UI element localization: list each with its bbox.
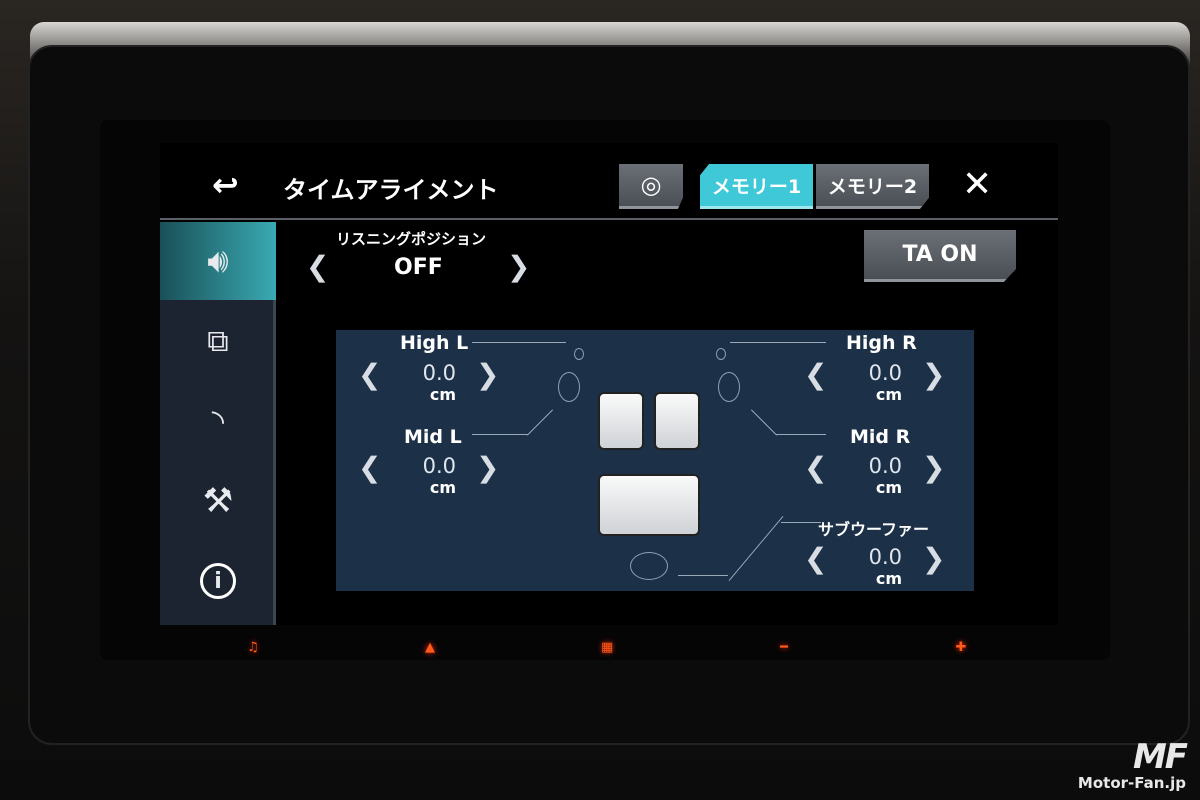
- subwoofer-label: サブウーファー: [818, 520, 930, 539]
- watermark-logo: MF Motor-Fan.jp: [1077, 737, 1188, 792]
- mid-left-speaker-icon: [558, 372, 580, 402]
- page-title: タイムアライメント: [283, 176, 499, 204]
- memory1-tab[interactable]: メモリー1: [700, 164, 813, 209]
- mid-r-value: 0.0: [868, 454, 902, 478]
- tweeter-left-icon: [574, 348, 584, 360]
- mid-r-leader: [776, 434, 826, 435]
- seat-rear-icon: [598, 474, 700, 536]
- mid-l-value: 0.0: [422, 454, 456, 478]
- listening-position-value: OFF: [394, 255, 443, 280]
- sub-leader-diag: [728, 516, 784, 581]
- sidebar-item-sources[interactable]: ⧉: [160, 302, 276, 380]
- mid-r-leader-diag: [750, 409, 778, 436]
- info-icon: i: [200, 563, 236, 599]
- mid-r-decrease-button[interactable]: ❮: [804, 451, 827, 484]
- speaker-volume-icon: 🔊︎: [207, 241, 229, 281]
- plus-icon[interactable]: ✚: [955, 641, 967, 654]
- sidebar-item-settings[interactable]: ⚒︎: [160, 462, 276, 540]
- speaker-position-button[interactable]: ◎: [619, 164, 683, 209]
- high-l-leader: [472, 342, 566, 343]
- music-icon[interactable]: ♫: [247, 641, 259, 654]
- back-arrow-icon[interactable]: ↩: [212, 166, 239, 204]
- high-r-leader: [730, 342, 826, 343]
- mid-l-leader-diag: [526, 409, 554, 436]
- wireless-icon: ◝: [211, 402, 225, 440]
- subwoofer-value: 0.0: [868, 545, 902, 569]
- high-l-label: High L: [400, 332, 469, 354]
- seat-front-left-icon: [598, 392, 644, 450]
- high-r-decrease-button[interactable]: ❮: [804, 358, 827, 391]
- mid-l-increase-button[interactable]: ❯: [476, 451, 499, 484]
- high-l-unit: cm: [429, 385, 456, 404]
- tweeter-right-icon: [716, 348, 726, 360]
- high-l-value: 0.0: [422, 361, 456, 385]
- mid-l-label: Mid L: [404, 426, 462, 448]
- header-divider: [160, 218, 1058, 220]
- minus-icon[interactable]: ━: [778, 641, 790, 654]
- mid-l-leader: [472, 434, 528, 435]
- sidebar-item-wireless[interactable]: ◝: [160, 382, 276, 460]
- listening-prev-button[interactable]: ❮: [306, 250, 329, 283]
- memory2-tab[interactable]: メモリー2: [816, 164, 929, 209]
- sidebar-item-info[interactable]: i: [160, 542, 276, 620]
- mid-r-increase-button[interactable]: ❯: [922, 451, 945, 484]
- mid-right-speaker-icon: [718, 372, 740, 402]
- high-r-increase-button[interactable]: ❯: [922, 358, 945, 391]
- sidebar: 🔊︎ ⧉ ◝ ⚒︎ i: [160, 222, 276, 625]
- mid-r-label: Mid R: [850, 426, 911, 448]
- seat-front-right-icon: [654, 392, 700, 450]
- close-icon[interactable]: ✕: [962, 164, 992, 205]
- subwoofer-increase-button[interactable]: ❯: [922, 542, 945, 575]
- speaker-layout-panel: High L ❮ 0.0 cm ❯ Mid L ❮ 0.0 cm ❯ High …: [336, 330, 974, 591]
- high-r-unit: cm: [875, 385, 902, 404]
- menu-grid-icon[interactable]: ▦: [601, 641, 613, 654]
- ta-on-button[interactable]: TA ON: [864, 230, 1016, 282]
- high-l-increase-button[interactable]: ❯: [476, 358, 499, 391]
- mid-l-unit: cm: [429, 478, 456, 497]
- high-r-label: High R: [846, 332, 917, 354]
- eject-icon[interactable]: ▲: [424, 641, 436, 654]
- speaker-position-icon: ◎: [640, 171, 662, 199]
- listening-position-label: リスニングポジション: [336, 230, 487, 248]
- tools-icon: ⚒︎: [202, 481, 234, 521]
- subwoofer-decrease-button[interactable]: ❮: [804, 542, 827, 575]
- high-l-decrease-button[interactable]: ❮: [358, 358, 381, 391]
- sub-leader-top: [781, 522, 821, 523]
- mid-r-unit: cm: [875, 478, 902, 497]
- mid-l-decrease-button[interactable]: ❮: [358, 451, 381, 484]
- listening-next-button[interactable]: ❯: [507, 250, 530, 283]
- sidebar-item-audio[interactable]: 🔊︎: [160, 222, 276, 300]
- source-devices-icon: ⧉: [207, 323, 229, 359]
- watermark-text: Motor-Fan.jp: [1077, 774, 1186, 792]
- subwoofer-icon: [630, 552, 668, 580]
- high-r-value: 0.0: [868, 361, 902, 385]
- subwoofer-unit: cm: [875, 569, 902, 588]
- sub-leader: [678, 575, 728, 576]
